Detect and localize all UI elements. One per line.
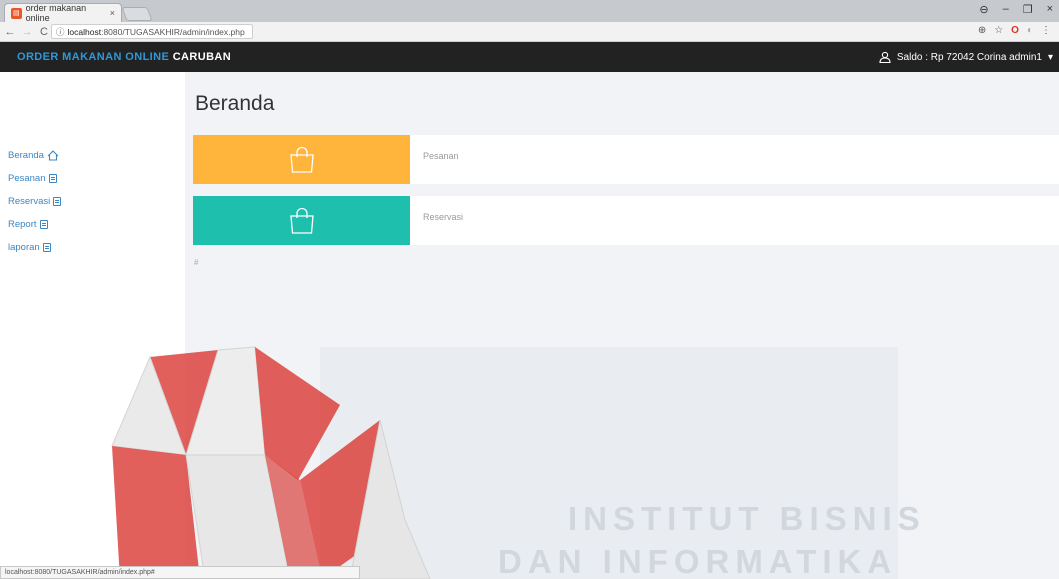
home-icon [47,150,59,161]
sidebar-item-laporan[interactable]: laporan [8,242,51,253]
document-icon [39,220,48,229]
sidebar-item-label: Reservasi [8,196,51,207]
opera-icon[interactable]: O [1011,25,1019,36]
hash-link[interactable]: # [194,258,198,267]
extension-icon[interactable]: ◐ [1027,25,1033,36]
panel-icon-block[interactable] [193,196,410,245]
window-controls: ⊖ – ❐ × [979,3,1053,16]
account-icon[interactable]: ⊖ [979,3,988,16]
panel-icon-block[interactable] [193,135,410,184]
address-bar[interactable]: ⓘ localhost :8080/TUGASAKHIR/admin/index… [51,24,253,39]
user-balance-text: Saldo : Rp 72042 Corina admin1 [896,51,1042,63]
watermark-line2: DAN INFORMATIKA [498,543,898,579]
sidebar-item-reservasi[interactable]: Reservasi [8,196,62,207]
panel-pesanan[interactable]: Pesanan [193,135,1059,184]
document-icon [48,174,57,183]
brand-secondary: CARUBAN [172,51,232,63]
user-dropdown[interactable]: Saldo : Rp 72042 Corina admin1 ▾ [879,51,1053,63]
restore-button[interactable]: ❐ [1023,3,1033,16]
toolbar-icons: ⊕ ☆ O ◐ ⋮ [978,25,1051,36]
zoom-icon[interactable]: ⊕ [978,25,986,36]
chevron-down-icon: ▾ [1047,51,1053,63]
sidebar-item-label: laporan [8,242,40,253]
brand-primary: ORDER MAKANAN ONLINE [17,51,170,63]
menu-icon[interactable]: ⋮ [1041,25,1051,36]
sidebar-item-label: Beranda [8,150,44,161]
user-icon [879,51,891,63]
panel-reservasi[interactable]: Reservasi [193,196,1059,245]
shopping-bag-icon [289,207,314,234]
panel-label[interactable]: Reservasi [423,212,463,222]
star-icon[interactable]: ☆ [994,25,1003,36]
url-host: localhost [67,26,102,37]
browser-tab[interactable]: ▤ order makanan online × [4,3,122,23]
close-window-button[interactable]: × [1047,3,1053,16]
shopping-bag-icon [289,146,314,173]
watermark-line1: INSTITUT BISNIS [568,500,926,537]
page-title: Beranda [195,92,275,115]
panel-label[interactable]: Pesanan [423,151,459,161]
browser-tab-strip: ▤ order makanan online × ⊖ – ❐ × [0,0,1059,23]
sidebar-item-label: Pesanan [8,173,46,184]
tab-close-icon[interactable]: × [110,8,115,18]
sidebar: Beranda Pesanan Reservasi Report laporan [0,72,185,579]
info-icon[interactable]: ⓘ [56,26,65,38]
url-path: :8080/TUGASAKHIR/admin/index.php [101,26,245,37]
reload-icon[interactable]: C [37,26,51,38]
browser-status-bar: localhost:8080/TUGASAKHIR/admin/index.ph… [0,566,360,579]
favicon-icon: ▤ [11,7,22,19]
document-icon [53,197,62,206]
tab-title: order makanan online [25,3,87,23]
app-navbar: ORDER MAKANAN ONLINE CARUBAN Saldo : Rp … [0,42,1059,72]
forward-icon[interactable]: → [20,26,34,38]
sidebar-item-pesanan[interactable]: Pesanan [8,173,57,184]
brand[interactable]: ORDER MAKANAN ONLINE CARUBAN [17,51,231,63]
new-tab-button[interactable] [121,7,153,21]
document-icon [42,243,51,252]
minimize-button[interactable]: – [1003,3,1009,16]
watermark-backdrop [320,347,898,579]
back-icon[interactable]: ← [3,26,17,38]
sidebar-item-report[interactable]: Report [8,219,48,230]
browser-toolbar: ← → C ⓘ localhost :8080/TUGASAKHIR/admin… [0,22,1059,42]
sidebar-item-beranda[interactable]: Beranda [8,150,59,161]
sidebar-item-label: Report [8,219,37,230]
